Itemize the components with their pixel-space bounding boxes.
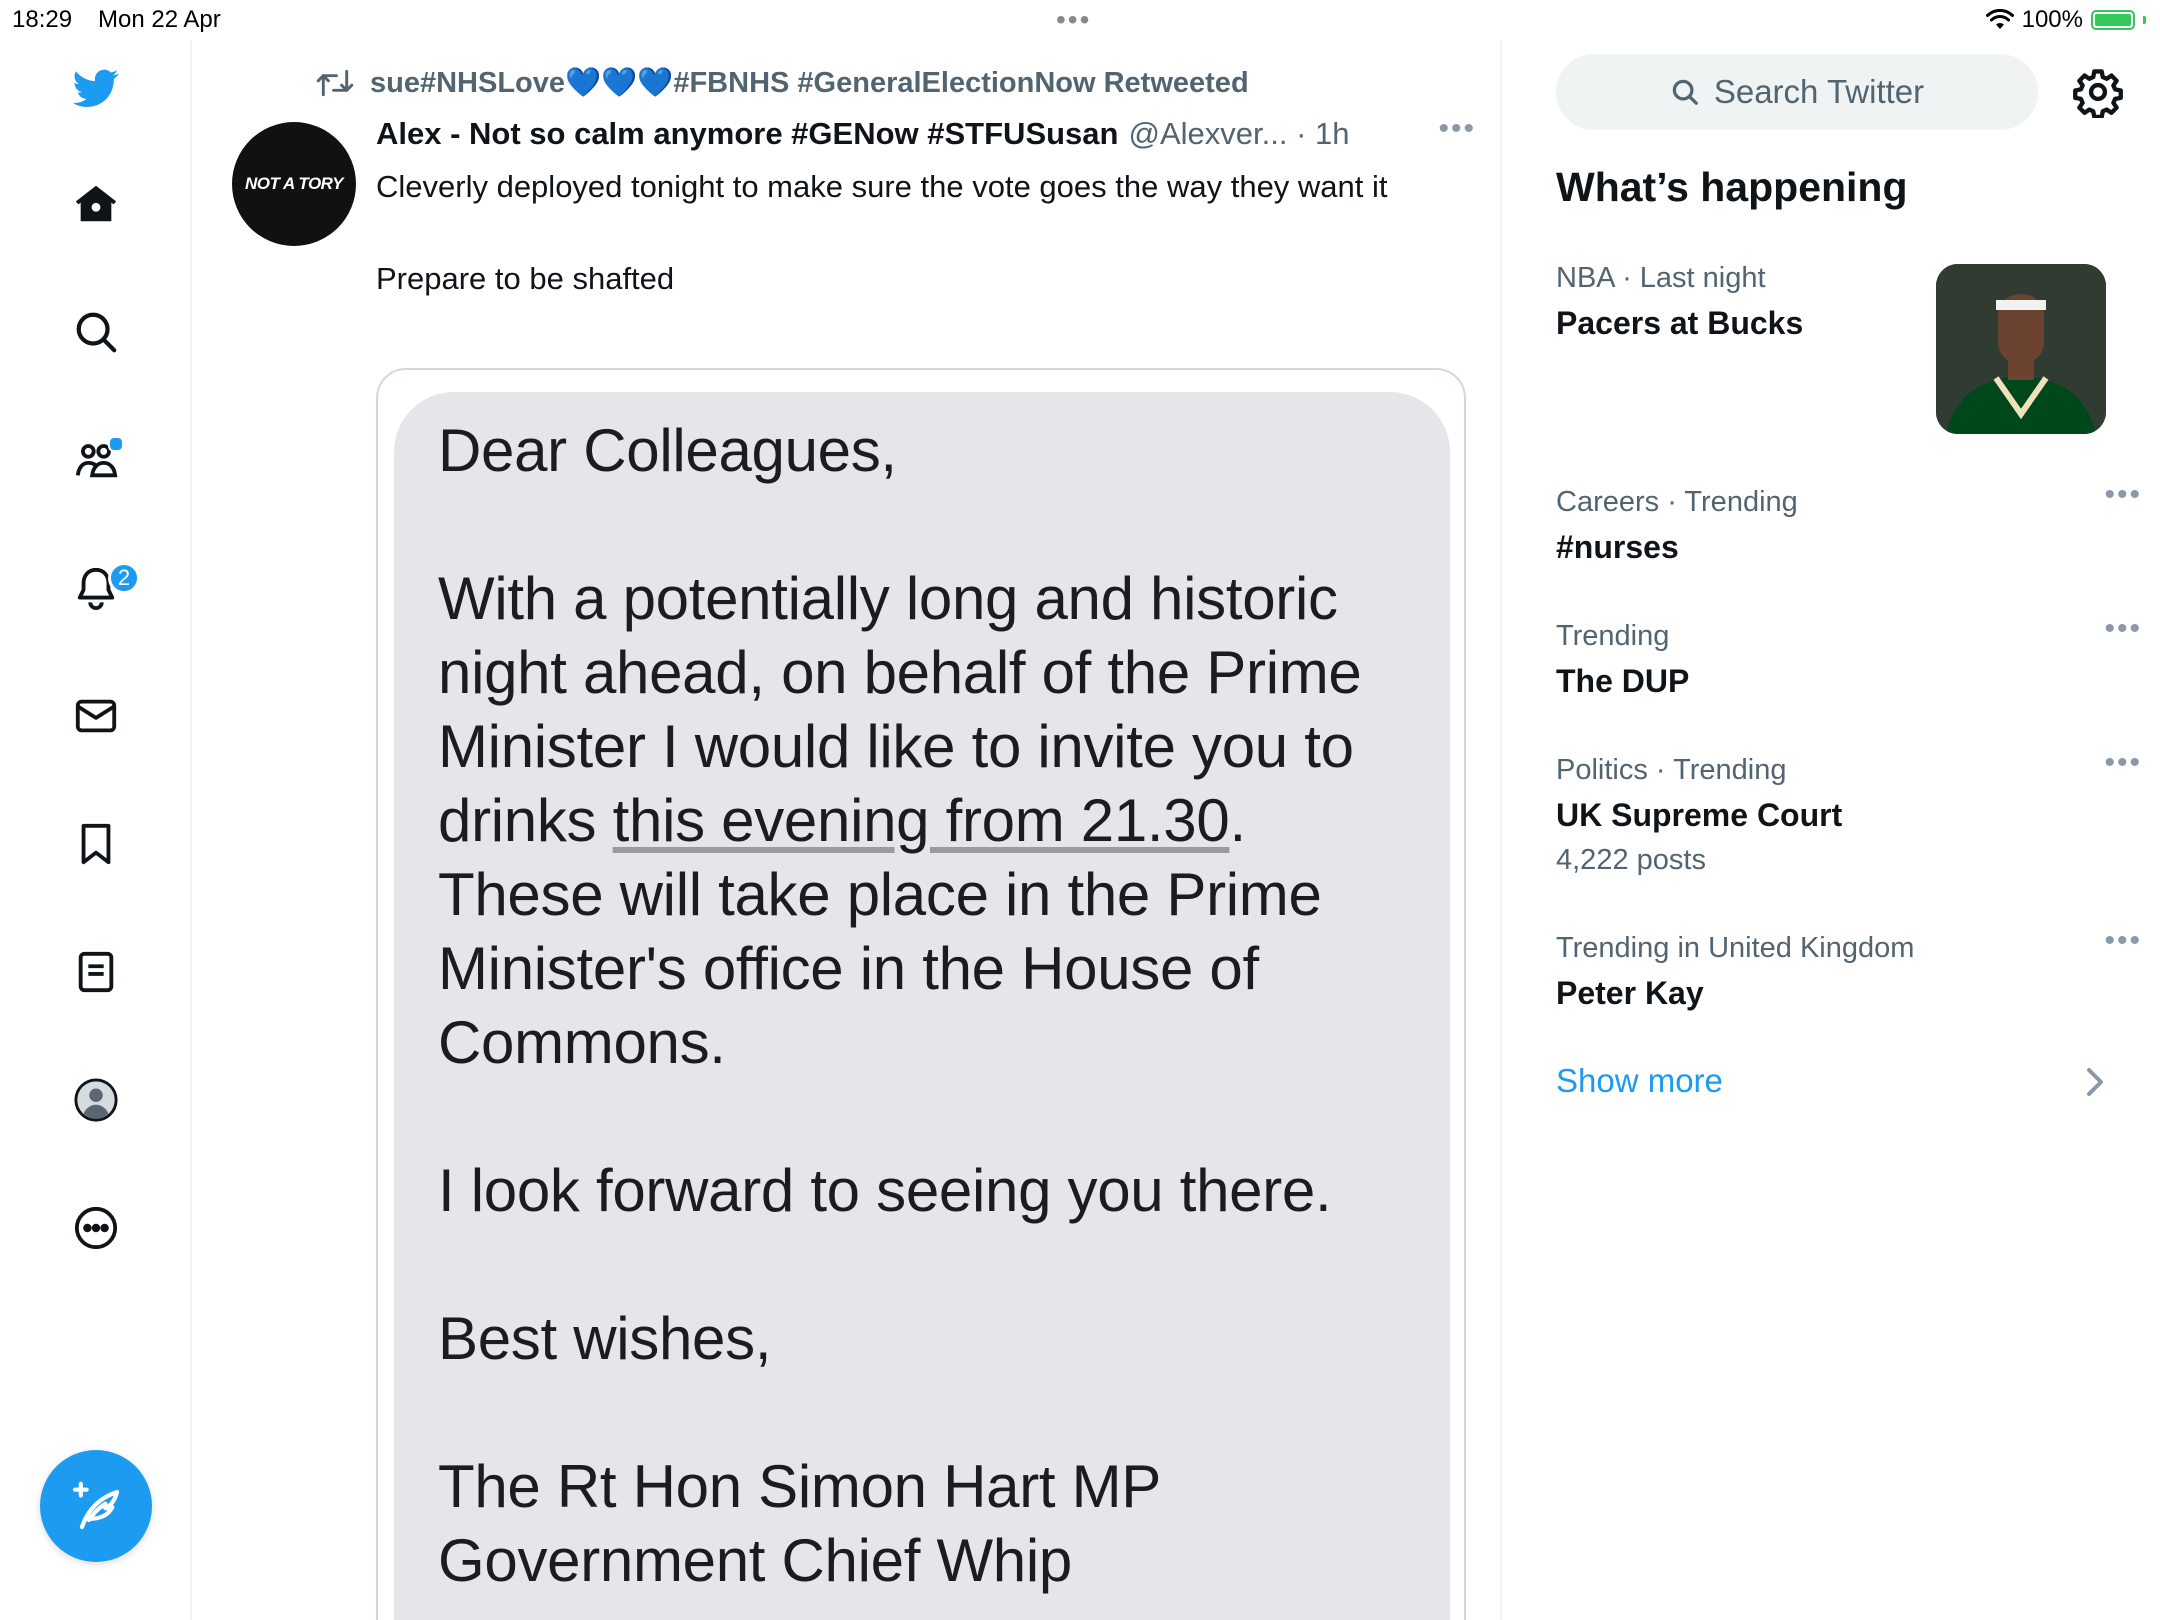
message-body: With a potentially long and historic nig…: [438, 565, 1362, 1076]
trend-item[interactable]: Politics · Trending UK Supreme Court 4,2…: [1556, 746, 2140, 877]
message-greeting: Dear Colleagues,: [438, 417, 897, 484]
message-signature-title: Government Chief Whip: [438, 1527, 1072, 1594]
tweet-image[interactable]: Dear Colleagues, With a potentially long…: [376, 368, 1466, 1620]
tweet-text: Cleverly deployed tonight to make sure t…: [376, 164, 1476, 302]
settings-gear-icon[interactable]: [2072, 66, 2124, 118]
lists-icon[interactable]: [56, 932, 136, 1012]
message-date-link: this evening from 21.30: [612, 787, 1230, 854]
right-sidebar: Search Twitter What’s happening NBA · La…: [1502, 40, 2160, 1620]
more-icon[interactable]: [56, 1188, 136, 1268]
battery-fill: [2095, 14, 2131, 26]
trend-meta: Trending in United Kingdom: [1556, 932, 1915, 964]
whats-happening-heading: What’s happening: [1556, 164, 1908, 210]
trend-item[interactable]: Trending in United Kingdom Peter Kay •••: [1556, 924, 2140, 1012]
retweeted-by-text: sue#NHSLove💙💙💙#FBNHS #GeneralElectionNow…: [370, 67, 1249, 99]
trend-title: UK Supreme Court: [1556, 797, 1843, 833]
trend-thumbnail-image[interactable]: [1936, 264, 2106, 434]
status-time: 18:29: [12, 6, 73, 33]
twitter-logo-icon[interactable]: [56, 48, 136, 128]
search-icon[interactable]: [56, 292, 136, 372]
message-signature-name: The Rt Hon Simon Hart MP: [438, 1453, 1162, 1520]
trend-item[interactable]: Trending The DUP •••: [1556, 612, 2140, 700]
messages-icon[interactable]: [56, 676, 136, 756]
trend-more-options-icon[interactable]: •••: [2104, 924, 2142, 958]
tweet-more-options-icon[interactable]: •••: [1438, 112, 1476, 146]
trend-title: #nurses: [1556, 529, 1679, 565]
search-placeholder: Search Twitter: [1713, 73, 1925, 110]
search-icon: [1672, 79, 1698, 105]
chevron-right-icon[interactable]: [2082, 1062, 2108, 1102]
tweet-header: Alex - Not so calm anymore #GENow #STFUS…: [376, 112, 1476, 152]
trend-item[interactable]: Careers · Trending #nurses •••: [1556, 478, 2140, 566]
retweet-context[interactable]: sue#NHSLove💙💙💙#FBNHS #GeneralElectionNow…: [316, 66, 1249, 100]
trend-more-options-icon[interactable]: •••: [2104, 746, 2142, 780]
trend-post-count: 4,222 posts: [1556, 844, 1706, 876]
communities-icon[interactable]: [56, 420, 136, 500]
author-handle-time[interactable]: @Alexver... · 1h: [1128, 116, 1349, 152]
retweet-icon: [316, 69, 354, 97]
status-bar: 18:29 Mon 22 Apr ••• 100%: [0, 0, 2160, 40]
trend-title: Peter Kay: [1556, 975, 1704, 1011]
message-signoff: Best wishes,: [438, 1305, 772, 1372]
message-bubble: Dear Colleagues, With a potentially long…: [394, 392, 1450, 1620]
tweet-text-line-1: Cleverly deployed tonight to make sure t…: [376, 169, 1388, 204]
trend-meta: Careers · Trending: [1556, 486, 1798, 518]
compose-feather-icon: [72, 1481, 120, 1530]
home-icon[interactable]: [56, 164, 136, 244]
trend-title: The DUP: [1556, 663, 1690, 699]
notifications-icon[interactable]: 2: [56, 548, 140, 628]
avatar-text: NOT A TORY: [245, 174, 343, 193]
multitasking-dots-icon[interactable]: •••: [1056, 4, 1091, 36]
compose-tweet-button[interactable]: [40, 1450, 152, 1562]
communities-dot: [108, 436, 124, 452]
tweet-text-line-2: Prepare to be shafted: [376, 261, 675, 296]
battery-percentage: 100%: [2021, 6, 2083, 33]
author-name[interactable]: Alex - Not so calm anymore #GENow #STFUS…: [376, 116, 1118, 152]
timeline: sue#NHSLove💙💙💙#FBNHS #GeneralElectionNow…: [192, 40, 1502, 1620]
status-date: Mon 22 Apr: [98, 6, 221, 33]
profile-icon[interactable]: [56, 1060, 136, 1140]
author-avatar[interactable]: NOT A TORY: [232, 122, 356, 246]
wifi-icon: [1985, 9, 2014, 29]
show-more-link[interactable]: Show more: [1556, 1062, 1723, 1100]
battery-icon: [2091, 10, 2135, 30]
trend-more-options-icon[interactable]: •••: [2104, 478, 2142, 512]
notifications-badge: 2: [108, 562, 140, 594]
trend-meta: Politics · Trending: [1556, 754, 1787, 786]
trend-meta: Trending: [1556, 620, 1670, 652]
trend-more-options-icon[interactable]: •••: [2104, 612, 2142, 646]
bookmarks-icon[interactable]: [56, 804, 136, 884]
message-look-forward: I look forward to seeing you there.: [438, 1157, 1332, 1224]
left-navigation: 2: [0, 40, 192, 1620]
search-input[interactable]: Search Twitter: [1556, 54, 2038, 130]
basketball-player-photo: [1936, 264, 2106, 434]
